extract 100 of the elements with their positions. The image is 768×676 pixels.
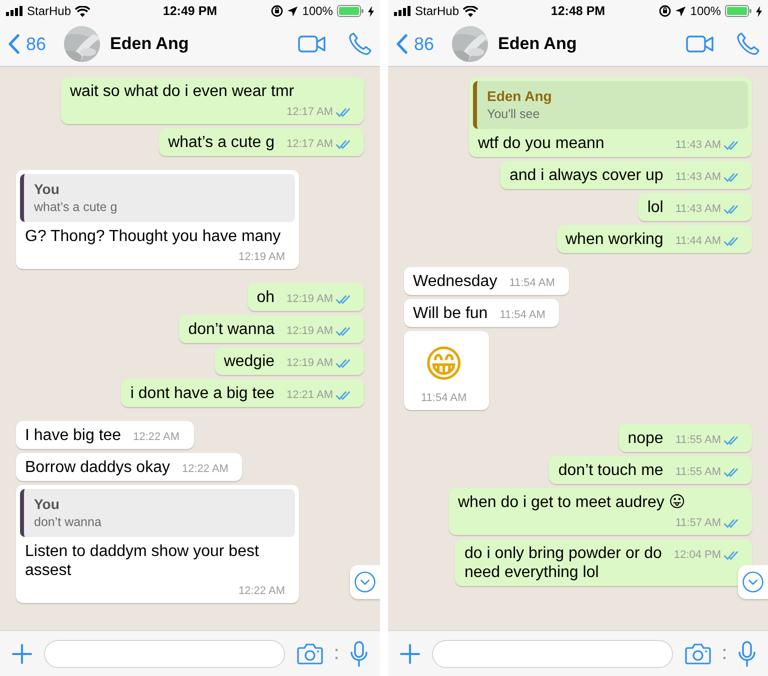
rotation-lock-icon — [659, 5, 672, 17]
message-time: 11:43 AM — [675, 170, 721, 185]
message-bubble[interactable]: wait so what do i even wear tmr 12:17 AM — [61, 77, 364, 124]
message-bubble[interactable]: don’t wanna 12:19 AM — [179, 315, 364, 343]
message-time: 12:21 AM — [286, 388, 333, 403]
plus-icon[interactable] — [12, 644, 32, 664]
message-time: 12:19 AM — [238, 250, 285, 265]
message-text: nope — [628, 429, 664, 448]
message-text: when do i get to meet audrey 😛 — [458, 493, 686, 512]
rotation-lock-icon — [271, 5, 284, 17]
microphone-icon[interactable] — [738, 640, 756, 666]
chevron-down-icon — [354, 571, 376, 593]
charging-icon — [368, 6, 374, 16]
message-text: Will be fun — [413, 304, 488, 323]
message-text: Borrow daddys okay — [25, 458, 170, 477]
quote-text: what’s a cute g — [34, 200, 118, 214]
message-bubble[interactable]: lol 11:43 AM — [638, 193, 752, 221]
message-time: 11:54 AM — [500, 308, 546, 323]
message-time: 11:54 AM — [421, 391, 467, 406]
signal-icon — [6, 6, 23, 16]
message-text: when working — [566, 230, 664, 249]
quoted-message[interactable]: Eden Ang You'll see — [473, 81, 748, 129]
message-text: and i always cover up — [509, 166, 664, 185]
scroll-down-button[interactable] — [738, 565, 768, 599]
quote-text: You'll see — [487, 107, 541, 121]
message-text: wait so what do i even wear tmr — [70, 82, 294, 101]
message-time: 12:19 AM — [286, 324, 333, 339]
quoted-message[interactable]: You don’t wanna — [20, 489, 295, 537]
message-text: Wednesday — [413, 272, 498, 291]
location-icon — [675, 6, 686, 16]
quoted-message[interactable]: You what’s a cute g — [20, 174, 295, 222]
phone-icon[interactable] — [348, 32, 372, 56]
camera-icon[interactable] — [685, 642, 711, 664]
contact-name[interactable]: Eden Ang — [498, 34, 577, 54]
message-time: 11:43 AM — [675, 202, 721, 217]
scroll-down-button[interactable] — [350, 565, 380, 599]
message-bubble[interactable]: Eden Ang You'll see wtf do you meann 11:43 AM — [469, 77, 752, 157]
message-time: 12:04 PM — [674, 548, 721, 563]
camera-icon[interactable] — [297, 642, 323, 664]
message-text: oh — [256, 288, 275, 307]
quote-author: You — [34, 496, 60, 512]
plus-icon[interactable] — [400, 644, 420, 664]
charging-icon — [756, 6, 762, 16]
carrier-name: StarHub — [27, 4, 72, 18]
message-bubble[interactable]: and i always cover up 11:43 AM — [500, 161, 752, 189]
message-bubble[interactable]: wedgie 12:19 AM — [214, 347, 364, 375]
back-chevron-icon — [8, 34, 20, 54]
message-bubble[interactable]: what’s a cute g 12:17 AM — [159, 128, 364, 156]
message-text: Listen to daddym show your best assest — [25, 542, 260, 580]
message-bubble[interactable]: when do i get to meet audrey 😛 11:57 AM — [449, 488, 752, 535]
message-text: I have big tee — [25, 426, 122, 445]
message-bubble[interactable]: Wednesday 11:54 AM — [404, 267, 569, 295]
phone-icon[interactable] — [736, 32, 760, 56]
quote-text: don’t wanna — [34, 515, 102, 529]
message-bubble[interactable]: You don’t wanna Listen to daddym show your best assest 12:22 AM — [16, 485, 299, 603]
message-bubble[interactable]: You what’s a cute g G? Thong? Thought you have many 12:19 AM — [16, 170, 299, 269]
message-bubble[interactable]: oh 12:19 AM — [248, 283, 364, 311]
message-time: 11:43 AM — [675, 138, 721, 153]
video-call-icon[interactable] — [686, 35, 714, 53]
battery-percent: 100% — [302, 4, 333, 18]
message-text: do i only bring powder or do need everything lol — [464, 544, 662, 582]
clock-time: 12:48 PM — [550, 4, 606, 18]
message-text: what’s a cute g — [168, 133, 275, 152]
message-bubble[interactable]: when working 11:44 AM — [556, 225, 752, 253]
message-input-field[interactable] — [44, 640, 285, 668]
message-bubble[interactable]: i dont have a big tee 12:21 AM — [121, 379, 364, 407]
battery-icon — [724, 5, 752, 17]
signal-icon — [394, 6, 411, 16]
message-bubble[interactable]: Will be fun 11:54 AM — [404, 299, 560, 327]
message-text: lol — [647, 198, 664, 217]
message-text: G? Thong? Thought you have many — [25, 227, 281, 246]
wifi-icon — [463, 6, 478, 16]
quote-author: Eden Ang — [487, 88, 553, 104]
message-time: 12:17 AM — [286, 137, 333, 152]
chevron-down-icon — [742, 571, 764, 593]
battery-percent: 100% — [690, 4, 721, 18]
clock-time: 12:49 PM — [162, 4, 218, 18]
message-bubble[interactable]: I have big tee 12:22 AM — [16, 421, 194, 449]
microphone-icon[interactable] — [350, 640, 368, 666]
message-time: 12:22 AM — [238, 584, 285, 599]
message-input-field[interactable] — [432, 640, 673, 668]
message-bubble[interactable]: don’t touch me 11:55 AM — [549, 456, 752, 484]
video-call-icon[interactable] — [298, 35, 326, 53]
back-chevron-icon — [396, 34, 408, 54]
message-bubble[interactable]: Borrow daddys okay 12:22 AM — [16, 453, 242, 481]
message-time: 12:22 AM — [182, 462, 228, 477]
message-time: 12:17 AM — [286, 105, 333, 120]
message-text: don’t touch me — [558, 461, 664, 480]
dots-icon — [723, 648, 726, 660]
message-time: 12:19 AM — [286, 292, 333, 307]
wifi-icon — [75, 6, 90, 16]
message-bubble[interactable]: do i only bring powder or do need everything lol 12:04 PM — [455, 539, 752, 586]
message-time: 12:19 AM — [286, 356, 333, 371]
contact-name[interactable]: Eden Ang — [110, 34, 189, 54]
message-time: 11:44 AM — [675, 234, 721, 249]
message-bubble[interactable]: nope 11:55 AM — [618, 424, 752, 452]
carrier-name: StarHub — [415, 4, 460, 18]
emoji: 😁 — [424, 341, 464, 388]
message-text: wtf do you meann — [478, 134, 604, 153]
message-time: 11:55 AM — [675, 465, 721, 480]
